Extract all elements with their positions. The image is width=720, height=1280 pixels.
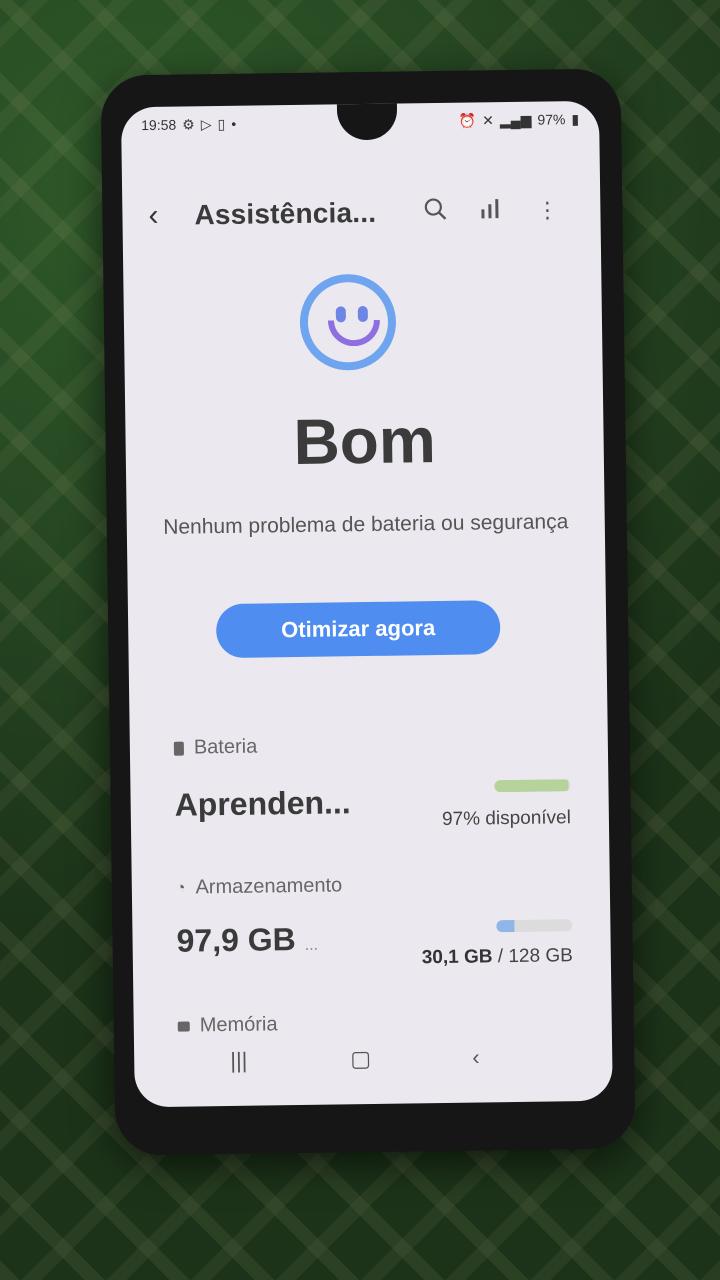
smiley-mouth bbox=[327, 319, 381, 347]
battery-value: Aprenden... bbox=[174, 784, 351, 823]
navigation-bar: ||| ▢ ‹ bbox=[134, 1043, 613, 1090]
mute-icon: ✕ bbox=[482, 111, 495, 128]
status-rating: Bom bbox=[293, 404, 437, 479]
storage-bar-fill bbox=[496, 919, 515, 933]
storage-label-row: ◔ Armazenamento bbox=[176, 871, 572, 900]
play-store-icon: ▷ bbox=[200, 115, 212, 132]
battery-bar bbox=[494, 779, 571, 793]
status-battery: 97% bbox=[537, 111, 566, 128]
app-bar: ‹ Assistência... ⋮ bbox=[122, 185, 601, 242]
status-time: 19:58 bbox=[141, 116, 177, 134]
storage-pie-icon: ◔ bbox=[175, 879, 186, 897]
home-icon[interactable]: ▢ bbox=[350, 1046, 371, 1072]
storage-free: 97,9 GB bbox=[176, 921, 296, 959]
phone-icon: ▯ bbox=[217, 115, 226, 132]
storage-separator: / bbox=[497, 946, 504, 968]
smiley-icon bbox=[299, 273, 397, 371]
battery-section[interactable]: Bateria Aprenden... 97% disponível bbox=[173, 731, 572, 837]
status-bar: 19:58 ⚙ ▷ ▯ • ⏰ ✕ ▂▄▆ 97% ▮ bbox=[141, 107, 579, 137]
nav-back-icon[interactable]: ‹ bbox=[472, 1044, 480, 1070]
recent-apps-icon[interactable]: ||| bbox=[230, 1048, 248, 1074]
memory-chip-icon bbox=[177, 1021, 190, 1032]
memory-label: Memória bbox=[199, 1013, 278, 1037]
memory-label-row: Memória bbox=[177, 1009, 574, 1038]
settings-icon: ⚙ bbox=[182, 115, 195, 133]
battery-bar-fill bbox=[494, 779, 569, 793]
signal-icon: ▂▄▆ bbox=[499, 111, 532, 128]
phone-frame: 19:58 ⚙ ▷ ▯ • ⏰ ✕ ▂▄▆ 97% ▮ ‹ Assistênci… bbox=[100, 68, 636, 1156]
optimize-now-button[interactable]: Otimizar agora bbox=[215, 600, 501, 659]
more-options-icon[interactable]: ⋮ bbox=[536, 197, 558, 223]
search-icon[interactable] bbox=[422, 196, 448, 228]
battery-detail: 97% disponível bbox=[441, 807, 572, 830]
dot-icon: • bbox=[231, 115, 237, 132]
storage-ellipsis: ... bbox=[304, 936, 319, 954]
battery-icon: ▮ bbox=[571, 110, 580, 127]
storage-value: 97,9 GB ... bbox=[176, 921, 318, 960]
alarm-icon: ⏰ bbox=[458, 111, 477, 129]
back-icon[interactable]: ‹ bbox=[148, 199, 158, 233]
storage-used: 30,1 GB bbox=[421, 946, 493, 969]
storage-detail: 30,1 GB / 128 GB bbox=[422, 945, 573, 969]
battery-label-row: Bateria bbox=[173, 731, 570, 760]
status-description: Nenhum problema de bateria ou segurança bbox=[163, 510, 569, 539]
storage-total: 128 GB bbox=[508, 945, 573, 968]
storage-section[interactable]: ◔ Armazenamento 97,9 GB ... 30,1 GB / 12… bbox=[176, 871, 573, 977]
battery-label: Bateria bbox=[193, 735, 258, 759]
battery-small-icon bbox=[173, 741, 184, 756]
stats-icon[interactable] bbox=[478, 195, 504, 227]
storage-label: Armazenamento bbox=[195, 874, 343, 899]
page-title: Assistência... bbox=[194, 196, 377, 231]
phone-screen: 19:58 ⚙ ▷ ▯ • ⏰ ✕ ▂▄▆ 97% ▮ ‹ Assistênci… bbox=[120, 100, 613, 1108]
storage-bar bbox=[496, 919, 573, 933]
